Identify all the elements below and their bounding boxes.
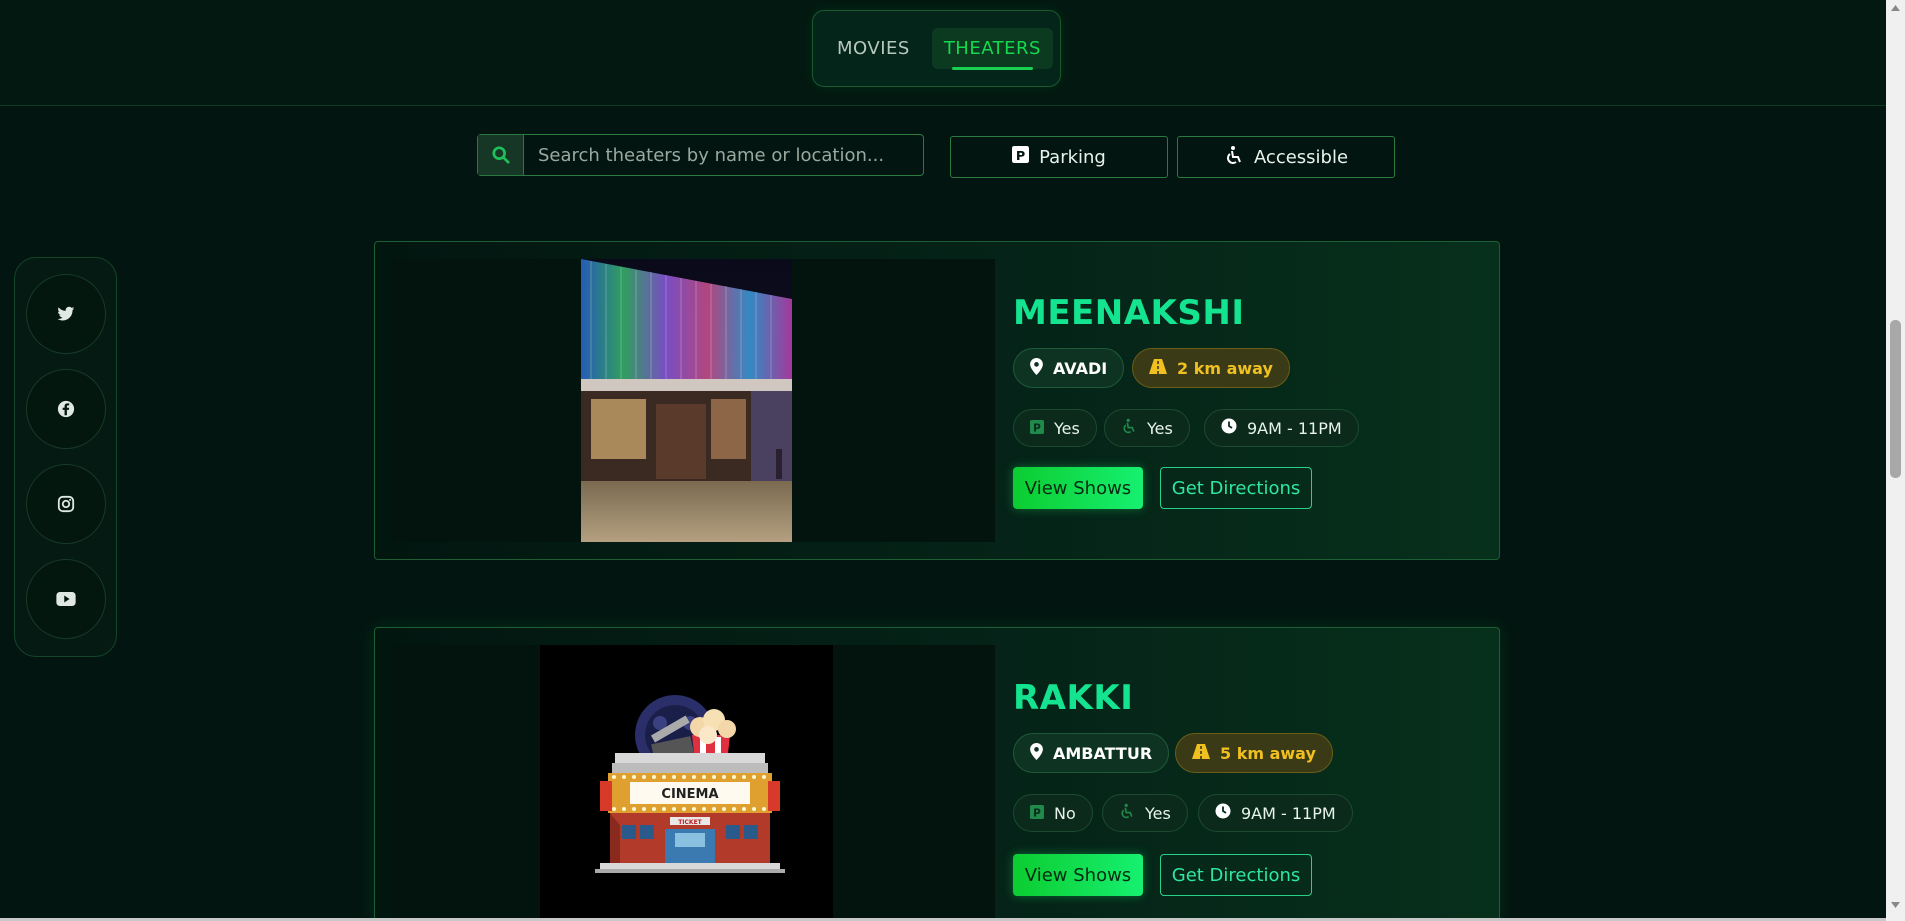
parking-filter-label: Parking	[1039, 146, 1106, 168]
road-icon	[1192, 743, 1210, 763]
theater-image-frame	[391, 259, 995, 542]
parking-value: Yes	[1054, 418, 1080, 438]
wheelchair-icon	[1224, 145, 1244, 170]
top-bar: MOVIES THEATERS	[0, 0, 1886, 106]
map-pin-icon	[1030, 357, 1043, 379]
social-sidebar	[14, 257, 117, 657]
clock-icon	[1221, 418, 1237, 438]
scroll-up-arrow-icon[interactable]	[1886, 0, 1905, 16]
location-text: AVADI	[1053, 358, 1108, 378]
theater-photo	[581, 259, 792, 542]
hours-feature: 9AM - 11PM	[1204, 409, 1359, 447]
get-directions-button[interactable]: Get Directions	[1160, 854, 1312, 896]
tab-movies[interactable]: MOVIES	[825, 28, 922, 69]
svg-text:P: P	[1033, 422, 1041, 434]
parking-feature: P No	[1013, 794, 1093, 832]
distance-text: 2 km away	[1177, 358, 1273, 378]
road-icon	[1149, 358, 1167, 378]
parking-feature: P Yes	[1013, 409, 1097, 447]
search-bar	[477, 134, 924, 176]
svg-text:P: P	[1033, 807, 1041, 819]
view-tabs: MOVIES THEATERS	[812, 10, 1061, 87]
search-input[interactable]	[524, 135, 923, 175]
location-badge: AVADI	[1013, 348, 1125, 388]
scrollbar-thumb[interactable]	[1890, 320, 1901, 478]
youtube-icon[interactable]	[26, 559, 106, 639]
twitter-icon[interactable]	[26, 274, 106, 354]
scroll-down-arrow-icon[interactable]	[1886, 897, 1905, 913]
search-icon[interactable]	[478, 135, 524, 175]
parking-filter-button[interactable]: P Parking	[950, 136, 1168, 178]
tab-theaters[interactable]: THEATERS	[931, 28, 1053, 70]
distance-badge: 2 km away	[1132, 348, 1290, 388]
theater-name: RAKKI	[1013, 678, 1134, 718]
accessible-feature: Yes	[1104, 409, 1190, 447]
accessible-feature: Yes	[1102, 794, 1188, 832]
wheelchair-icon	[1121, 418, 1137, 438]
distance-text: 5 km away	[1220, 743, 1316, 763]
view-shows-button[interactable]: View Shows	[1013, 854, 1143, 896]
accessible-filter-label: Accessible	[1253, 146, 1349, 168]
location-text: AMBATTUR	[1053, 743, 1153, 763]
instagram-icon[interactable]	[26, 464, 106, 544]
get-directions-button[interactable]: Get Directions	[1160, 467, 1312, 509]
cinema-illustration: CINEMA TICKET	[540, 645, 833, 921]
view-shows-button[interactable]: View Shows	[1013, 467, 1143, 509]
accessible-value: Yes	[1147, 418, 1173, 438]
parking-value: No	[1054, 803, 1076, 823]
theater-card: CINEMA TICKET RAKKI AMBATTUR 5 km away P…	[374, 627, 1500, 921]
parking-icon: P	[1030, 804, 1044, 823]
cinema-sign-text: CINEMA	[661, 787, 718, 802]
distance-badge: 5 km away	[1175, 733, 1333, 773]
theater-image-frame: CINEMA TICKET	[391, 645, 995, 921]
hours-value: 9AM - 11PM	[1247, 418, 1342, 438]
map-pin-icon	[1030, 742, 1043, 764]
accessible-value: Yes	[1145, 803, 1171, 823]
location-badge: AMBATTUR	[1013, 733, 1170, 773]
hours-feature: 9AM - 11PM	[1198, 794, 1353, 832]
svg-text:P: P	[1016, 149, 1025, 163]
theater-card: MEENAKSHI AVADI 2 km away P Yes Yes 9AM …	[374, 241, 1500, 560]
parking-icon: P	[1030, 419, 1044, 438]
scrollbar[interactable]	[1886, 0, 1905, 921]
wheelchair-icon	[1119, 803, 1135, 823]
theater-name: MEENAKSHI	[1013, 293, 1245, 333]
hours-value: 9AM - 11PM	[1241, 803, 1336, 823]
facebook-icon[interactable]	[26, 369, 106, 449]
ticket-sign-text: TICKET	[678, 819, 702, 826]
parking-icon: P	[1012, 146, 1030, 168]
clock-icon	[1215, 803, 1231, 823]
accessible-filter-button[interactable]: Accessible	[1177, 136, 1395, 178]
